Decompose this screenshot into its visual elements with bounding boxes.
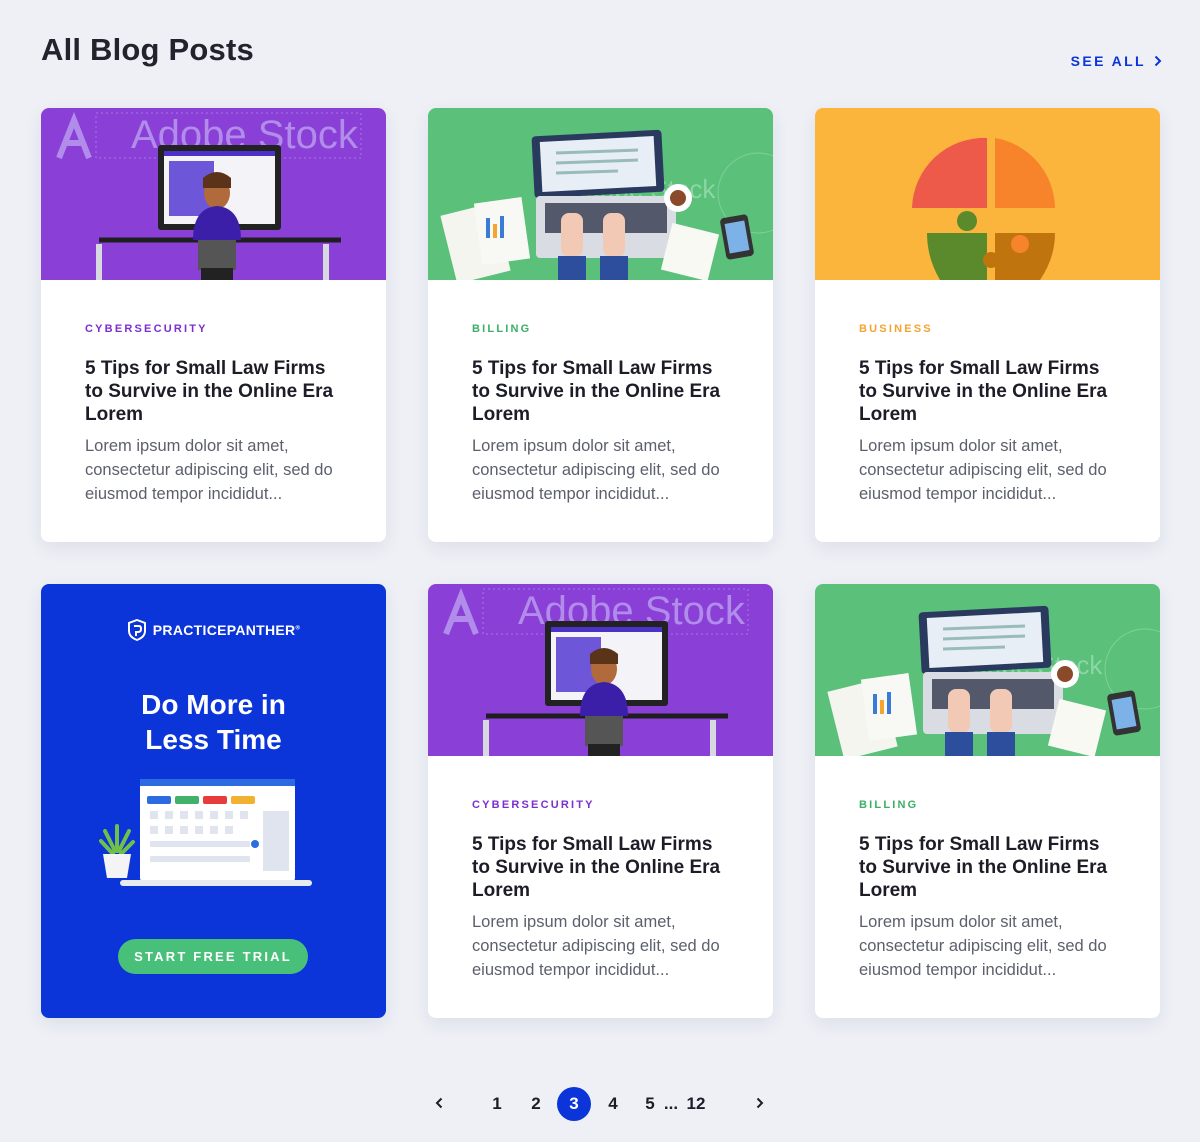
- post-thumbnail: Adobe Stock: [428, 108, 773, 280]
- panther-shield-icon: [127, 619, 146, 641]
- blog-card[interactable]: Adobe Stock BILLING 5 Tips: [815, 584, 1160, 1018]
- post-title[interactable]: 5 Tips for Small Law Firms to Survive in…: [85, 357, 342, 426]
- practicepanther-logo: PRACTICEPANTHER®: [41, 619, 386, 641]
- post-category: CYBERSECURITY: [85, 323, 208, 335]
- post-title[interactable]: 5 Tips for Small Law Firms to Survive in…: [859, 833, 1116, 902]
- post-excerpt: Lorem ipsum dolor sit amet, consectetur …: [859, 913, 1107, 979]
- post-excerpt: Lorem ipsum dolor sit amet, consectetur …: [85, 437, 333, 503]
- see-all-link[interactable]: SEE ALL: [1071, 53, 1162, 69]
- post-thumbnail: Adobe Stock: [41, 108, 386, 280]
- chevron-right-icon: [756, 1097, 764, 1109]
- page-12-button[interactable]: 12: [683, 1087, 709, 1121]
- post-category: BUSINESS: [859, 323, 933, 335]
- page-title: All Blog Posts: [41, 32, 254, 67]
- post-category: CYBERSECURITY: [472, 799, 595, 811]
- page-3-button[interactable]: 3: [557, 1087, 591, 1121]
- promo-card: PRACTICEPANTHER® Do More in Less Time ST…: [41, 584, 386, 1018]
- post-category: BILLING: [859, 799, 919, 811]
- pagination-ellipsis: ...: [663, 1094, 679, 1113]
- blog-grid: Adobe Stock CYBERSECURITY 5 Tips for Sma…: [41, 108, 1160, 1018]
- post-title[interactable]: 5 Tips for Small Law Firms to Survive in…: [472, 357, 729, 426]
- blog-card[interactable]: Adobe Stock CYBERSECURITY 5 Tips for Sma…: [41, 108, 386, 542]
- page-1-button[interactable]: 1: [488, 1087, 506, 1121]
- chevron-left-icon: [435, 1097, 443, 1109]
- blog-card[interactable]: BUSINESS 5 Tips for Small Law Firms to S…: [815, 108, 1160, 542]
- pagination: 1 2 3 4 5 ... 12: [0, 1087, 1200, 1121]
- post-category: BILLING: [472, 323, 532, 335]
- start-free-trial-button[interactable]: START FREE TRIAL: [118, 939, 308, 974]
- post-thumbnail: Adobe Stock: [815, 584, 1160, 756]
- post-excerpt: Lorem ipsum dolor sit amet, consectetur …: [859, 437, 1107, 503]
- brand-name: PRACTICEPANTHER®: [152, 622, 301, 638]
- post-title[interactable]: 5 Tips for Small Law Firms to Survive in…: [859, 357, 1116, 426]
- headline-line-1: Do More in: [141, 689, 286, 720]
- promo-headline: Do More in Less Time: [41, 687, 386, 757]
- blog-card[interactable]: Adobe Stock CYBERSECURITY 5 Tips for Sma…: [428, 584, 773, 1018]
- page-5-button[interactable]: 5: [641, 1087, 659, 1121]
- headline-line-2: Less Time: [145, 724, 282, 755]
- post-excerpt: Lorem ipsum dolor sit amet, consectetur …: [472, 437, 720, 503]
- post-title[interactable]: 5 Tips for Small Law Firms to Survive in…: [472, 833, 729, 902]
- post-thumbnail: [815, 108, 1160, 280]
- post-excerpt: Lorem ipsum dolor sit amet, consectetur …: [472, 913, 720, 979]
- app-screenshot: [99, 779, 312, 886]
- next-page-button[interactable]: [753, 1087, 767, 1121]
- chevron-right-icon: [1154, 55, 1162, 67]
- post-thumbnail: Adobe Stock: [428, 584, 773, 756]
- prev-page-button[interactable]: [432, 1087, 446, 1121]
- blog-card[interactable]: Adobe Stock BILLING 5 Tips: [428, 108, 773, 542]
- page-2-button[interactable]: 2: [527, 1087, 545, 1121]
- see-all-label: SEE ALL: [1070, 53, 1146, 69]
- page-4-button[interactable]: 4: [604, 1087, 622, 1121]
